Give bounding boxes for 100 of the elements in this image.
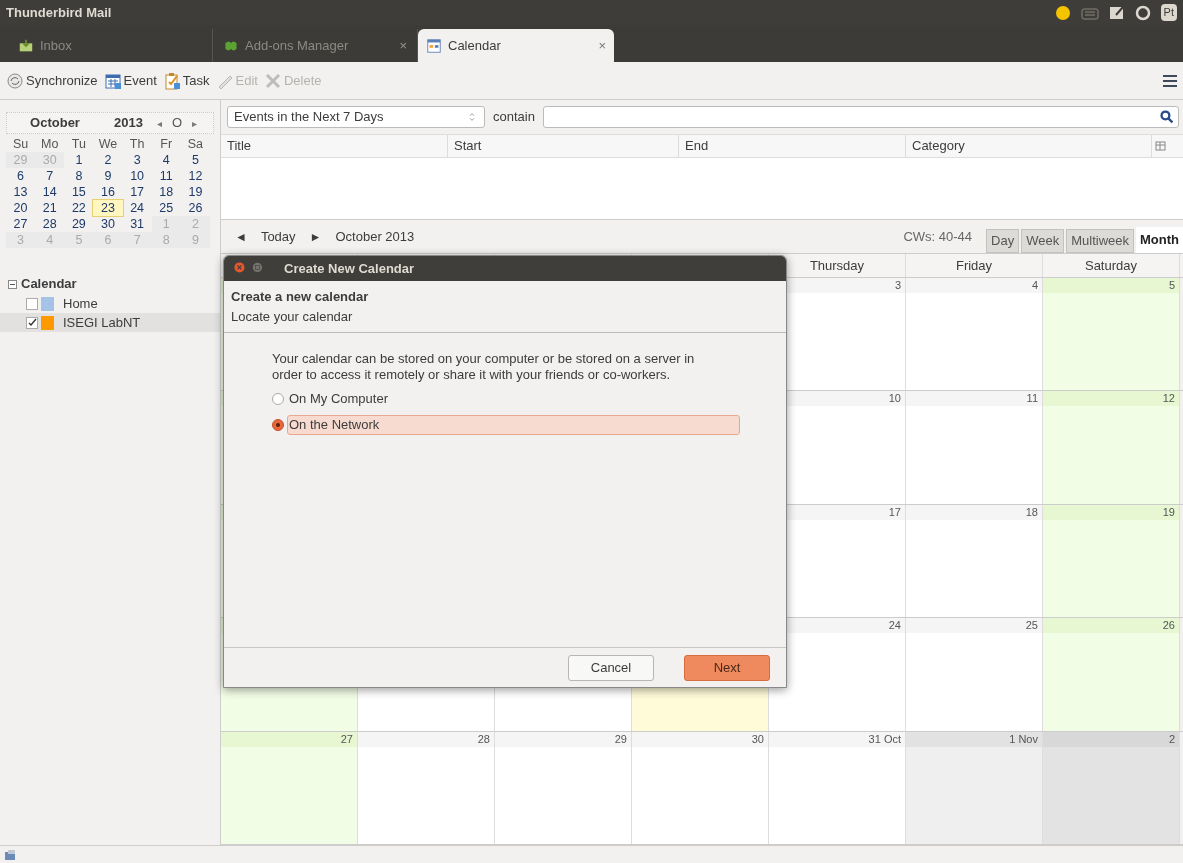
- status-icon[interactable]: [4, 848, 16, 861]
- day-number: 12: [1043, 391, 1179, 407]
- column-header[interactable]: Title: [221, 135, 448, 157]
- day-cell[interactable]: 23: [93, 200, 123, 216]
- day-cell[interactable]: 8: [64, 168, 94, 184]
- close-button[interactable]: ×: [399, 35, 407, 56]
- column-header[interactable]: Category: [906, 135, 1152, 157]
- day-cell[interactable]: 14: [35, 184, 65, 200]
- week-range-label: CWs: 40-44: [903, 227, 973, 246]
- filter-dropdown[interactable]: Events in the Next 7 Days: [227, 106, 485, 128]
- day-cell[interactable]: 4: [151, 152, 181, 168]
- option-label[interactable]: On My Computer: [287, 389, 390, 409]
- day-cell[interactable]: 31: [122, 216, 152, 232]
- checkbox[interactable]: [26, 316, 38, 329]
- new-event-button[interactable]: Event: [103, 70, 157, 91]
- day-cell[interactable]: 4: [906, 278, 1043, 391]
- keyboard-icon[interactable]: [1080, 5, 1099, 20]
- year-label[interactable]: 2013: [95, 113, 143, 133]
- search-field[interactable]: [542, 106, 1179, 128]
- pencil-note-icon[interactable]: [1108, 4, 1125, 21]
- dialog-title: Create New Calendar: [284, 259, 415, 278]
- cross-icon: [263, 71, 282, 90]
- day-cell[interactable]: 30: [93, 216, 123, 232]
- view-tab[interactable]: Day: [986, 229, 1020, 253]
- radio-button[interactable]: [272, 392, 284, 405]
- day-cell[interactable]: 11: [906, 391, 1043, 504]
- view-tab[interactable]: Week: [1021, 229, 1065, 253]
- day-cell[interactable]: 29: [495, 731, 632, 845]
- weekday-label: Sa: [186, 136, 205, 152]
- calendar-icon: [426, 37, 442, 54]
- day-cell[interactable]: 29: [64, 216, 94, 232]
- cancel-button[interactable]: Cancel: [568, 654, 654, 681]
- close-button[interactable]: ×: [598, 35, 606, 56]
- previous-button[interactable]: ◄: [235, 227, 247, 246]
- day-cell[interactable]: 21: [35, 200, 65, 216]
- day-cell[interactable]: 24: [769, 618, 906, 731]
- day-cell[interactable]: 2: [1043, 731, 1180, 845]
- day-cell[interactable]: 11: [151, 168, 181, 184]
- day-cell[interactable]: 9: [93, 168, 123, 184]
- day-cell[interactable]: 31 Oct: [769, 731, 906, 845]
- keyboard-layout-indicator[interactable]: Pt: [1160, 4, 1177, 21]
- day-cell[interactable]: 13: [6, 184, 36, 200]
- day-cell[interactable]: 22: [64, 200, 94, 216]
- synchronize-button[interactable]: Synchronize: [6, 70, 98, 91]
- day-cell[interactable]: 7: [35, 168, 65, 184]
- calendar-row[interactable]: Home: [0, 294, 220, 313]
- day-cell[interactable]: 6: [6, 168, 36, 184]
- calendar-plus-icon: [103, 71, 122, 90]
- day-cell[interactable]: 28: [358, 731, 495, 845]
- day-cell[interactable]: 20: [6, 200, 36, 216]
- day-cell[interactable]: 25: [906, 618, 1043, 731]
- day-cell[interactable]: 17: [122, 184, 152, 200]
- next-month-button[interactable]: ▸: [192, 115, 198, 131]
- day-cell[interactable]: 26: [1043, 618, 1180, 731]
- weekday-label: We: [97, 136, 119, 152]
- notification-dot-icon[interactable]: [1054, 4, 1071, 21]
- day-cell[interactable]: 30: [632, 731, 769, 845]
- day-cell[interactable]: 10: [122, 168, 152, 184]
- section-title: Calendar: [21, 275, 77, 294]
- tab[interactable]: Calendar ×: [418, 29, 614, 62]
- day-cell[interactable]: 18: [906, 504, 1043, 618]
- day-cell[interactable]: 2: [93, 152, 123, 168]
- collapse-icon[interactable]: [8, 279, 17, 289]
- today-button[interactable]: Today: [260, 226, 296, 247]
- day-cell[interactable]: 27: [221, 731, 358, 845]
- day-cell[interactable]: 19: [180, 184, 210, 200]
- day-number: 26: [1043, 618, 1179, 634]
- previous-month-button[interactable]: ◂: [157, 115, 162, 131]
- new-task-button[interactable]: Task: [162, 70, 210, 91]
- radio-button[interactable]: [272, 418, 284, 431]
- day-cell[interactable]: 26: [180, 200, 210, 216]
- day-cell[interactable]: 19: [1043, 504, 1180, 618]
- day-cell[interactable]: 18: [151, 184, 181, 200]
- month-label[interactable]: October: [15, 113, 95, 133]
- view-tab[interactable]: Month: [1136, 227, 1183, 253]
- day-cell[interactable]: 28: [35, 216, 65, 232]
- calendar-row[interactable]: ISEGI LabNT: [0, 313, 220, 332]
- day-cell[interactable]: 27: [6, 216, 36, 232]
- sync-icon: [6, 71, 24, 90]
- today-button[interactable]: O: [172, 113, 183, 133]
- day-cell[interactable]: 12: [180, 168, 210, 184]
- weekday-label: Th: [128, 136, 146, 152]
- day-cell[interactable]: 24: [122, 200, 152, 216]
- column-header[interactable]: End: [679, 135, 906, 157]
- checkbox[interactable]: [26, 297, 38, 310]
- view-tab[interactable]: Multiweek: [1066, 229, 1134, 253]
- day-cell[interactable]: 5: [1043, 278, 1180, 391]
- day-cell[interactable]: 12: [1043, 391, 1180, 504]
- next-button[interactable]: Next: [684, 654, 770, 681]
- column-header[interactable]: Start: [448, 135, 679, 157]
- day-cell[interactable]: 1: [64, 152, 94, 168]
- day-cell[interactable]: 3: [122, 152, 152, 168]
- next-button[interactable]: ►: [309, 227, 322, 246]
- day-cell[interactable]: 16: [93, 184, 123, 200]
- day-cell[interactable]: 5: [180, 152, 210, 168]
- day-cell[interactable]: 1 Nov: [906, 731, 1043, 845]
- day-cell[interactable]: 25: [151, 200, 181, 216]
- menu-icon[interactable]: [1163, 74, 1177, 87]
- day-cell[interactable]: 15: [64, 184, 94, 200]
- option-label[interactable]: On the Network: [287, 414, 740, 435]
